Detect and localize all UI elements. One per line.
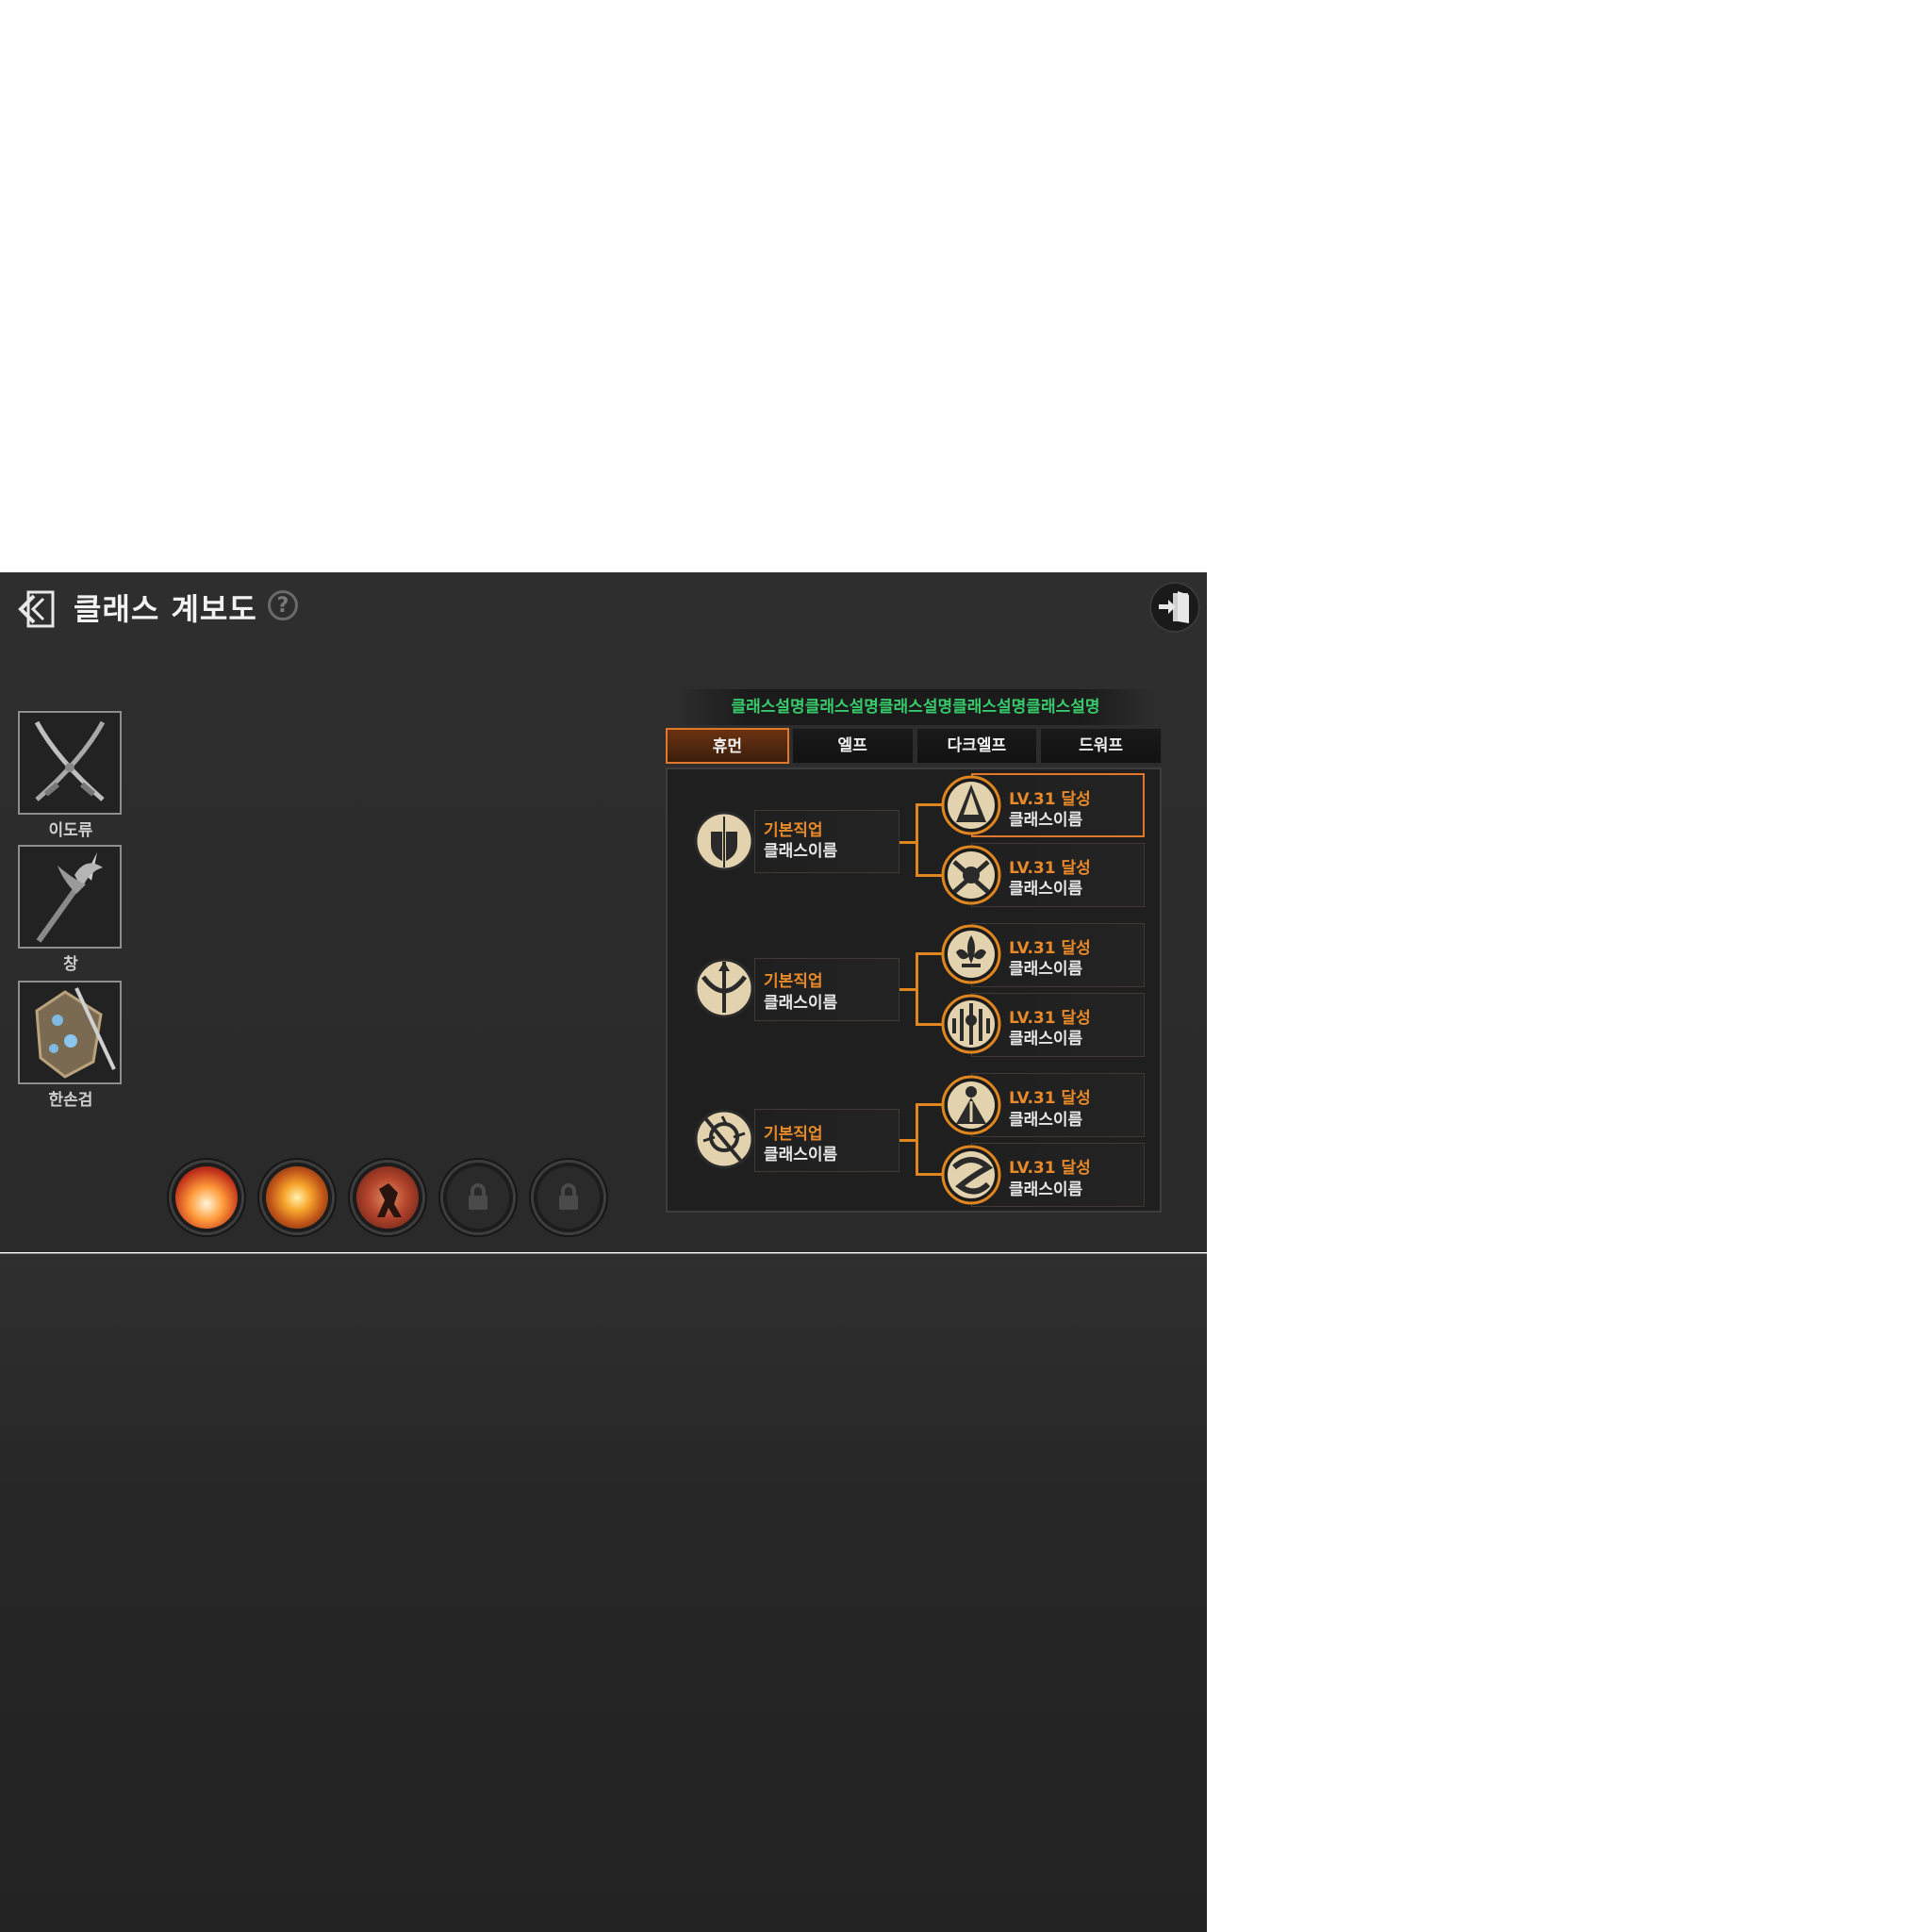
page-title: 클래스 계보도: [74, 591, 257, 627]
weapon-slot-spear[interactable]: 창: [18, 845, 124, 974]
advanced-class-name: 클래스이름: [1009, 880, 1083, 899]
fleur-de-lis-emblem-icon: [941, 924, 1001, 984]
warrior-strike-skill-icon: [356, 1166, 419, 1229]
lock-icon: [447, 1166, 509, 1229]
flame-burst-skill-icon: [175, 1166, 238, 1229]
hooded-figure-emblem-icon: [941, 775, 1001, 835]
skill-slot[interactable]: [259, 1160, 335, 1235]
sword-shield-emblem-icon: [694, 811, 754, 871]
advanced-class-name: 클래스이름: [1009, 1030, 1083, 1049]
explosion-skill-icon: [266, 1166, 328, 1229]
race-tabs: 휴먼 엘프 다크엘프 드워프: [666, 728, 1162, 764]
double-chevron-left-icon: [18, 590, 55, 628]
weapon-label: 한손검: [48, 1091, 93, 1110]
weapon-slot-one-hand-sword[interactable]: 한손검: [18, 981, 124, 1110]
advanced-class-name: 클래스이름: [1009, 1181, 1083, 1199]
advanced-class-name: 클래스이름: [1009, 1111, 1083, 1130]
base-class-name: 클래스이름: [764, 1146, 838, 1164]
weapon-slot-dual-blades[interactable]: 이도류: [18, 711, 124, 840]
base-class-title: 기본직업: [764, 972, 823, 991]
skill-slot[interactable]: [169, 1160, 244, 1235]
weapon-label: 이도류: [48, 821, 93, 840]
one-hand-sword-icon: [18, 981, 122, 1084]
class-description: 클래스설명클래스설명클래스설명클래스설명클래스설명: [677, 689, 1154, 725]
bow-arrow-emblem-icon: [694, 958, 754, 1018]
skill-slot[interactable]: [350, 1160, 425, 1235]
advanced-class-title: LV.31 달성: [1009, 1089, 1091, 1108]
help-button[interactable]: ?: [268, 590, 298, 620]
weapon-label: 창: [63, 955, 78, 974]
locked-skill-slot[interactable]: [531, 1160, 606, 1235]
serpent-coil-emblem-icon: [941, 1145, 1001, 1205]
lock-icon: [537, 1166, 600, 1229]
tab-dwarf[interactable]: 드워프: [1040, 728, 1162, 764]
back-button[interactable]: [15, 588, 57, 630]
lower-panel: [0, 1253, 1207, 1932]
robed-mage-emblem-icon: [941, 1075, 1001, 1135]
exit-door-icon: [1159, 591, 1189, 623]
tab-human[interactable]: 휴먼: [666, 728, 789, 764]
dual-swords-icon: [18, 711, 122, 815]
advanced-class-title: LV.31 달성: [1009, 1159, 1091, 1178]
locked-skill-slot[interactable]: [440, 1160, 516, 1235]
exit-button[interactable]: [1149, 582, 1200, 633]
advanced-class-name: 클래스이름: [1009, 811, 1083, 830]
tab-elf[interactable]: 엘프: [791, 728, 914, 764]
tab-dark-elf[interactable]: 다크엘프: [916, 728, 1038, 764]
base-class-name: 클래스이름: [764, 842, 838, 861]
base-class-name: 클래스이름: [764, 994, 838, 1013]
crossed-blades-emblem-icon: [941, 845, 1001, 905]
mystic-staff-emblem-icon: [694, 1109, 754, 1169]
advanced-class-name: 클래스이름: [1009, 960, 1083, 979]
spear-icon: [18, 845, 122, 949]
winged-crest-emblem-icon: [941, 994, 1001, 1054]
